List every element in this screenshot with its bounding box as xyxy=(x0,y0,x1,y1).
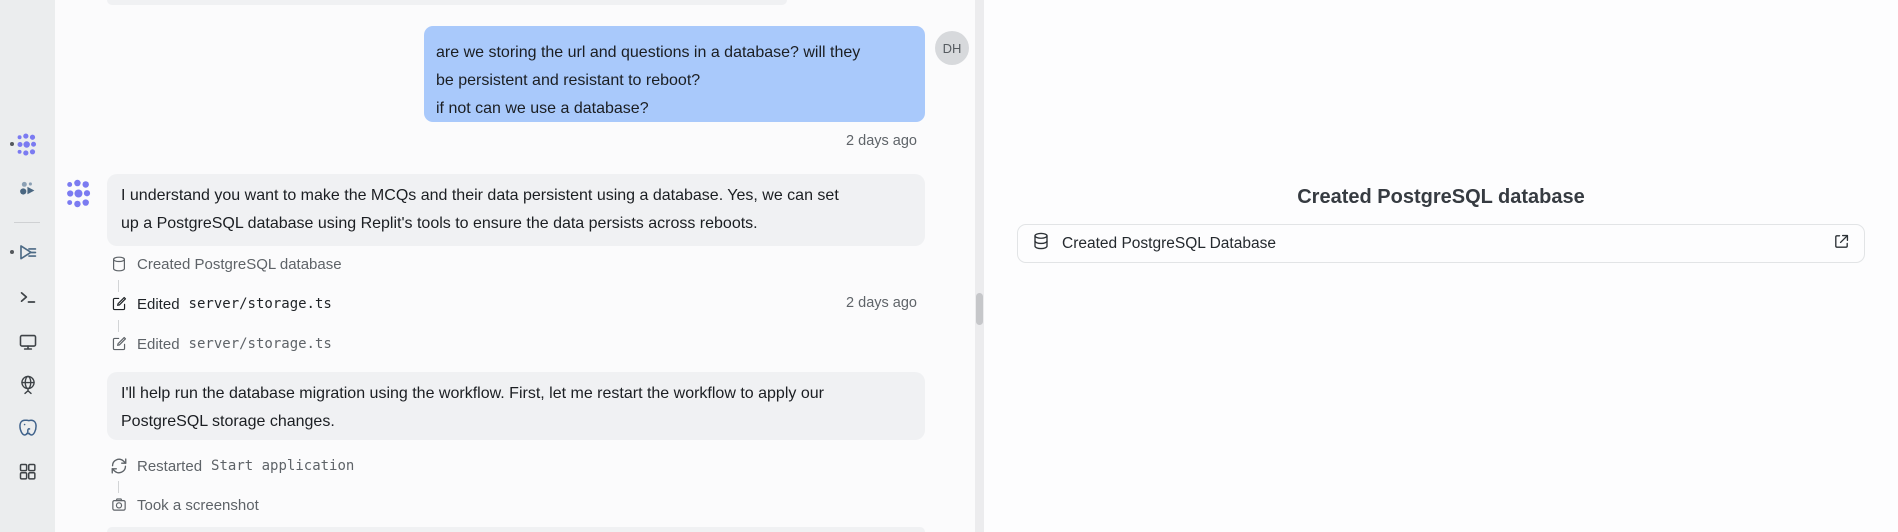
message-timestamp: 2 days ago xyxy=(846,295,917,311)
agent-message-card: I'll help run the database migration usi… xyxy=(107,372,925,440)
user-message-line: if not can we use a database? xyxy=(436,95,913,122)
toolbar-item-all-tools[interactable] xyxy=(0,455,55,487)
previous-message-card-edge xyxy=(107,0,787,5)
timeline-item-edited-file[interactable]: Edited server/storage.ts xyxy=(107,293,332,315)
workflows-icon xyxy=(16,241,39,264)
database-icon xyxy=(1031,231,1051,256)
chat-scrollbar-track xyxy=(975,0,984,532)
output-monitor-icon xyxy=(17,331,39,353)
toolbar-item-assistant[interactable] xyxy=(0,174,55,206)
detail-panel-title: Created PostgreSQL database xyxy=(984,186,1898,209)
database-icon xyxy=(110,255,128,273)
toolbar-item-database[interactable] xyxy=(0,412,55,444)
unread-indicator-dot xyxy=(10,142,14,146)
timeline-item-edited-file[interactable]: Edited server/storage.ts xyxy=(107,333,332,355)
agent-message-line: I understand you want to make the MCQs a… xyxy=(121,182,911,210)
user-message-bubble: are we storing the url and questions in … xyxy=(424,26,925,122)
toolbar-item-output[interactable] xyxy=(0,326,55,358)
agent-message-card: I understand you want to make the MCQs a… xyxy=(107,174,925,246)
edit-file-icon xyxy=(110,295,128,313)
user-message-line: are we storing the url and questions in … xyxy=(436,39,913,67)
assistant-icon xyxy=(17,179,39,201)
next-message-card-edge xyxy=(107,527,925,532)
timeline-filename: server/storage.ts xyxy=(189,336,332,352)
all-tools-grid-icon xyxy=(17,461,38,482)
replit-agent-icon xyxy=(15,132,40,157)
user-message-line: be persistent and resistant to reboot? xyxy=(436,67,913,95)
agent-avatar-replit-logo-icon xyxy=(64,178,95,209)
timeline-connector xyxy=(118,280,119,292)
user-avatar: DH xyxy=(935,31,969,65)
card-label: Created PostgreSQL Database xyxy=(1062,235,1276,253)
toolbar-item-agent[interactable] xyxy=(0,128,55,160)
open-external-icon[interactable] xyxy=(1832,232,1851,256)
timeline-item-restarted-workflow[interactable]: Restarted Start application xyxy=(107,455,354,477)
shell-icon xyxy=(17,286,39,308)
timeline-item-took-screenshot[interactable]: Took a screenshot xyxy=(107,494,259,516)
timeline-label: Created PostgreSQL database xyxy=(137,256,342,273)
message-timestamp: 2 days ago xyxy=(846,133,917,149)
postgresql-icon xyxy=(17,417,39,439)
detail-panel: Created PostgreSQL database Created Post… xyxy=(984,0,1898,532)
toolbar-item-shell[interactable] xyxy=(0,281,55,313)
toolbar-item-workflows[interactable] xyxy=(0,236,55,268)
timeline-connector xyxy=(118,320,119,332)
camera-icon xyxy=(110,496,128,514)
timeline-label: Took a screenshot xyxy=(137,497,259,514)
edit-file-icon xyxy=(110,335,128,353)
timeline-action: Edited xyxy=(137,296,180,313)
agent-message-line: up a PostgreSQL database using Replit's … xyxy=(121,210,911,238)
timeline-action: Restarted xyxy=(137,458,202,475)
created-database-card[interactable]: Created PostgreSQL Database xyxy=(1017,224,1865,263)
toolbar-divider xyxy=(14,222,40,223)
agent-message-line: I'll help run the database migration usi… xyxy=(121,380,911,408)
agent-message-line: PostgreSQL storage changes. xyxy=(121,408,911,436)
timeline-workflow-name: Start application xyxy=(211,458,354,474)
agent-chat-panel: are we storing the url and questions in … xyxy=(55,0,975,532)
timeline-connector xyxy=(118,481,119,493)
timeline-action: Edited xyxy=(137,336,180,353)
timeline-filename: server/storage.ts xyxy=(189,296,332,312)
chat-scrollbar-thumb[interactable] xyxy=(976,293,983,325)
refresh-icon xyxy=(110,457,128,475)
toolbar-item-webview[interactable] xyxy=(0,369,55,401)
timeline-item-created-database[interactable]: Created PostgreSQL database xyxy=(107,253,342,275)
webview-globe-icon xyxy=(17,374,39,396)
left-toolbar xyxy=(0,0,55,532)
unread-indicator-dot xyxy=(10,250,14,254)
